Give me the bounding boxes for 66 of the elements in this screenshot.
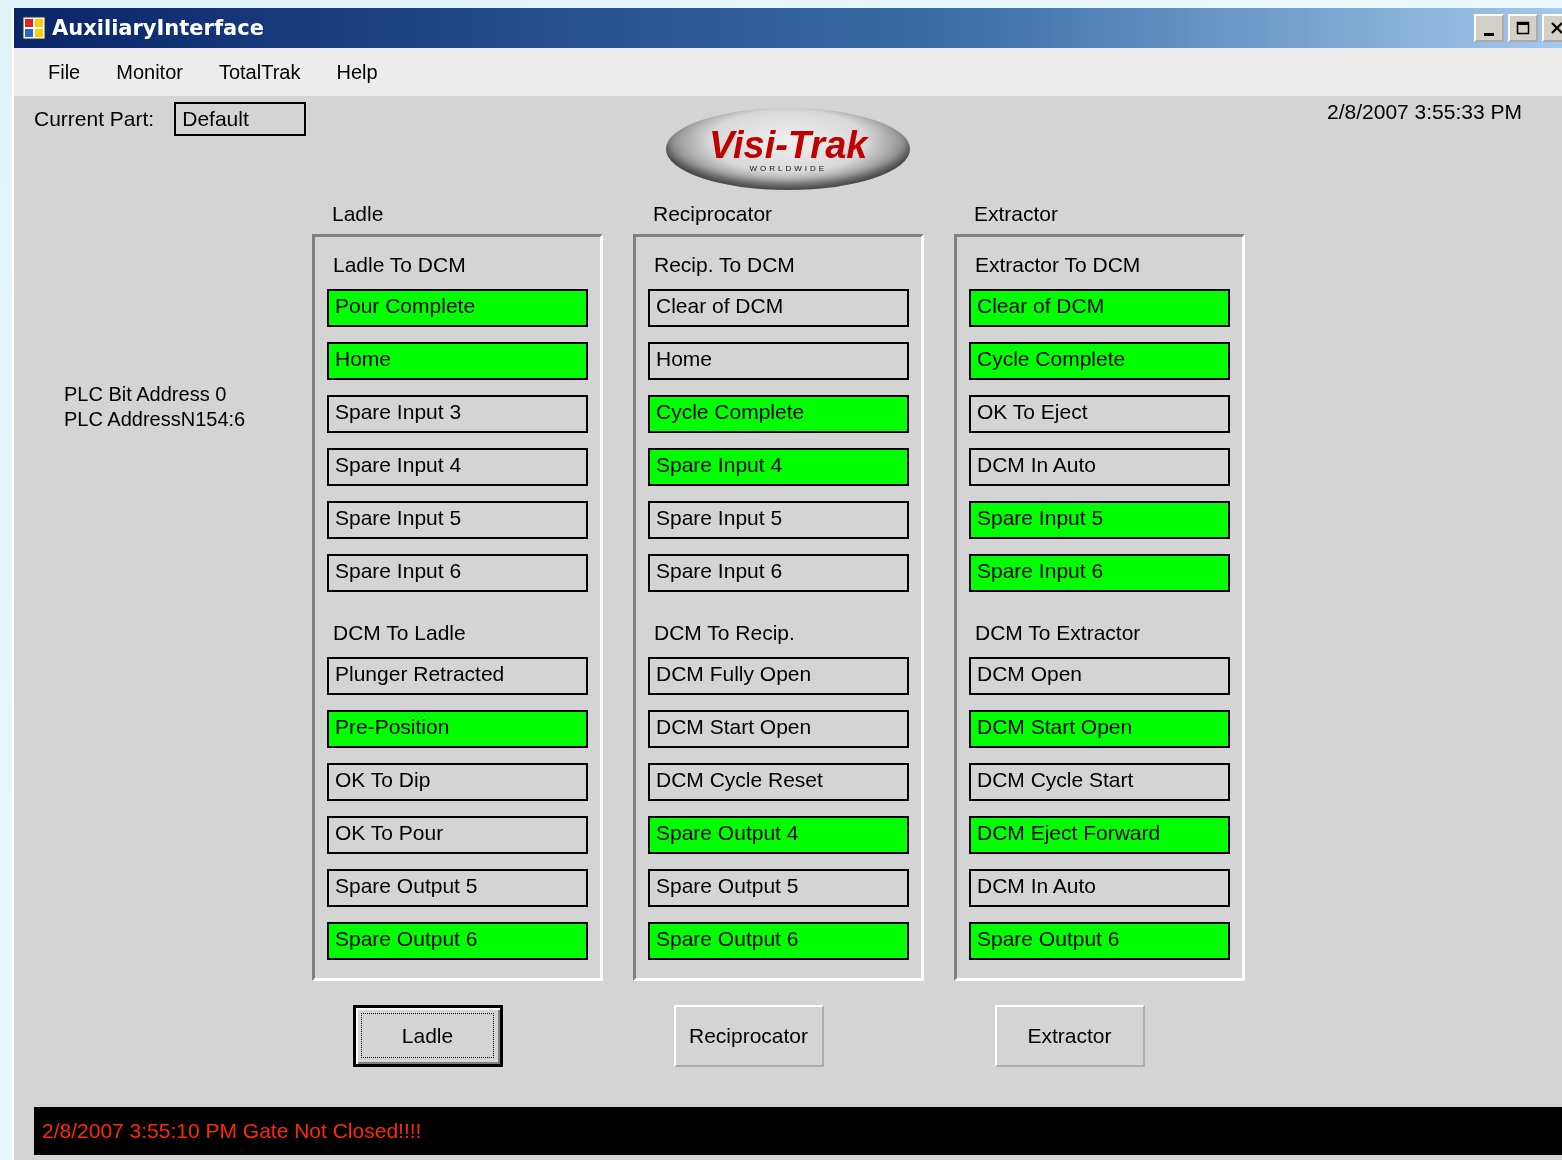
signal-indicator: Spare Input 5	[327, 501, 588, 539]
signal-indicator: OK To Pour	[327, 816, 588, 854]
panel-title: Ladle	[331, 201, 385, 227]
app-icon	[22, 16, 46, 40]
signal-indicator: DCM Fully Open	[648, 657, 909, 695]
signal-indicator: Spare Input 3	[327, 395, 588, 433]
signal-indicator: Spare Output 5	[327, 869, 588, 907]
signal-indicator: OK To Eject	[969, 395, 1230, 433]
signal-indicator: Spare Input 5	[648, 501, 909, 539]
section-title: Extractor To DCM	[974, 252, 1142, 278]
signal-indicator: OK To Dip	[327, 763, 588, 801]
current-part-field[interactable]: Default	[174, 102, 307, 136]
maximize-button[interactable]	[1508, 14, 1538, 42]
panel-button[interactable]: Ladle	[352, 1005, 503, 1067]
signal-indicator: Spare Output 6	[648, 922, 909, 960]
plc-address-text: PLC Bit Address 0	[64, 382, 228, 407]
signal-indicator: Spare Input 6	[648, 554, 909, 592]
signal-indicator: DCM Start Open	[648, 710, 909, 748]
signal-indicator: Cycle Complete	[969, 342, 1230, 380]
panel-button[interactable]: Extractor	[994, 1005, 1145, 1067]
panel-button[interactable]: Reciprocator	[673, 1005, 824, 1067]
signal-indicator: DCM Cycle Start	[969, 763, 1230, 801]
logo: Visi-Trak WORLDWIDE	[666, 108, 911, 190]
signal-indicator: Spare Output 6	[969, 922, 1230, 960]
signal-indicator: DCM In Auto	[969, 869, 1230, 907]
section-title: Recip. To DCM	[653, 252, 796, 278]
signal-indicator: DCM In Auto	[969, 448, 1230, 486]
menu-item[interactable]: Help	[336, 60, 378, 84]
signal-indicator: Cycle Complete	[648, 395, 909, 433]
plc-address-text: PLC AddressN154:6	[64, 407, 247, 432]
menu-item[interactable]: File	[48, 60, 81, 84]
signal-indicator: DCM Cycle Reset	[648, 763, 909, 801]
signal-indicator: Spare Output 4	[648, 816, 909, 854]
signal-indicator: Clear of DCM	[648, 289, 909, 327]
signal-indicator: Pour Complete	[327, 289, 588, 327]
date-time: 2/8/2007 3:55:33 PM	[1327, 100, 1522, 124]
signal-indicator: Spare Input 6	[327, 554, 588, 592]
signal-indicator: Spare Output 5	[648, 869, 909, 907]
signal-indicator: Home	[648, 342, 909, 380]
signal-indicator: DCM Start Open	[969, 710, 1230, 748]
signal-indicator: Pre-Position	[327, 710, 588, 748]
panel-title: Reciprocator	[652, 201, 774, 227]
current-part-label: Current Part:	[34, 107, 155, 131]
signal-indicator: Spare Input 5	[969, 501, 1230, 539]
signal-indicator: Spare Input 4	[648, 448, 909, 486]
signal-indicator: Spare Input 6	[969, 554, 1230, 592]
maximize-icon	[1516, 21, 1530, 35]
close-icon	[1550, 21, 1562, 35]
section-title: DCM To Extractor	[974, 620, 1142, 646]
signal-indicator: Clear of DCM	[969, 289, 1230, 327]
menu-item[interactable]: Monitor	[116, 60, 183, 84]
menu-item[interactable]: TotalTrak	[218, 60, 301, 84]
signal-indicator: DCM Open	[969, 657, 1230, 695]
signal-indicator: DCM Eject Forward	[969, 816, 1230, 854]
panel-title: Extractor	[973, 201, 1060, 227]
section-title: DCM To Ladle	[332, 620, 467, 646]
signal-indicator: Spare Output 6	[327, 922, 588, 960]
signal-indicator: Plunger Retracted	[327, 657, 588, 695]
section-title: DCM To Recip.	[653, 620, 796, 646]
minimize-icon	[1484, 32, 1494, 36]
minimize-button[interactable]	[1474, 14, 1504, 42]
section-title: Ladle To DCM	[332, 252, 467, 278]
signal-indicator: Spare Input 4	[327, 448, 588, 486]
signal-indicator: Home	[327, 342, 588, 380]
window-title: AuxiliaryInterface	[52, 16, 264, 40]
status-message: 2/8/2007 3:55:10 PM Gate Not Closed!!!!	[42, 1119, 422, 1143]
